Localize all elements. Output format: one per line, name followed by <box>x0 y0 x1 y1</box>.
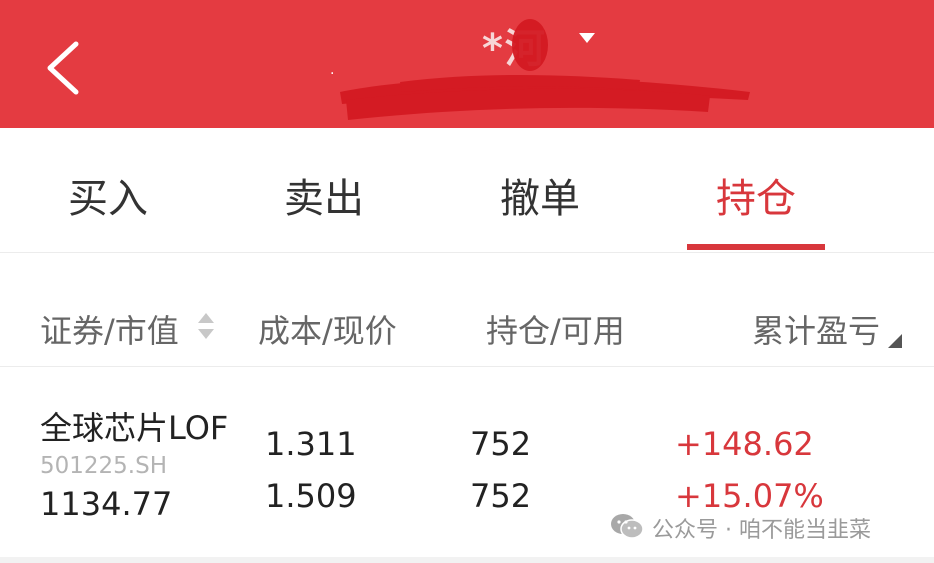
security-name: 全球芯片LOF <box>40 409 229 447</box>
tab-buy[interactable]: 买入 <box>0 166 216 226</box>
tab-sell[interactable]: 卖出 <box>216 166 432 226</box>
top-bar: *河 · <box>0 0 934 128</box>
active-tab-indicator <box>687 244 825 250</box>
trade-tabs: 买入 卖出 撤单 持仓 <box>0 128 934 253</box>
sort-icon[interactable] <box>196 309 216 343</box>
column-header-security[interactable]: 证券/市值 <box>40 306 179 352</box>
column-header-cost-price: 成本/现价 <box>258 312 397 350</box>
cumulative-pnl: +148.62 <box>675 425 814 463</box>
market-value: 1134.77 <box>40 485 173 523</box>
current-price: 1.509 <box>265 477 357 515</box>
corner-triangle-icon <box>888 334 902 348</box>
row-divider <box>0 557 934 563</box>
column-header-position: 持仓/可用 <box>486 312 625 350</box>
tab-holdings[interactable]: 持仓 <box>648 166 864 226</box>
cost-price: 1.311 <box>265 425 357 463</box>
tab-cancel-order[interactable]: 撤单 <box>432 166 648 226</box>
wechat-icon <box>611 514 644 539</box>
column-header-pnl[interactable]: 累计盈亏 <box>752 306 880 352</box>
available-quantity: 752 <box>470 477 532 515</box>
cumulative-pnl-percent: +15.07% <box>675 477 824 515</box>
redaction-scribble <box>340 19 750 120</box>
position-quantity: 752 <box>470 425 532 463</box>
security-code: 501225.SH <box>40 453 168 479</box>
watermark-text: 公众号 · 咱不能当韭菜 <box>652 518 871 543</box>
